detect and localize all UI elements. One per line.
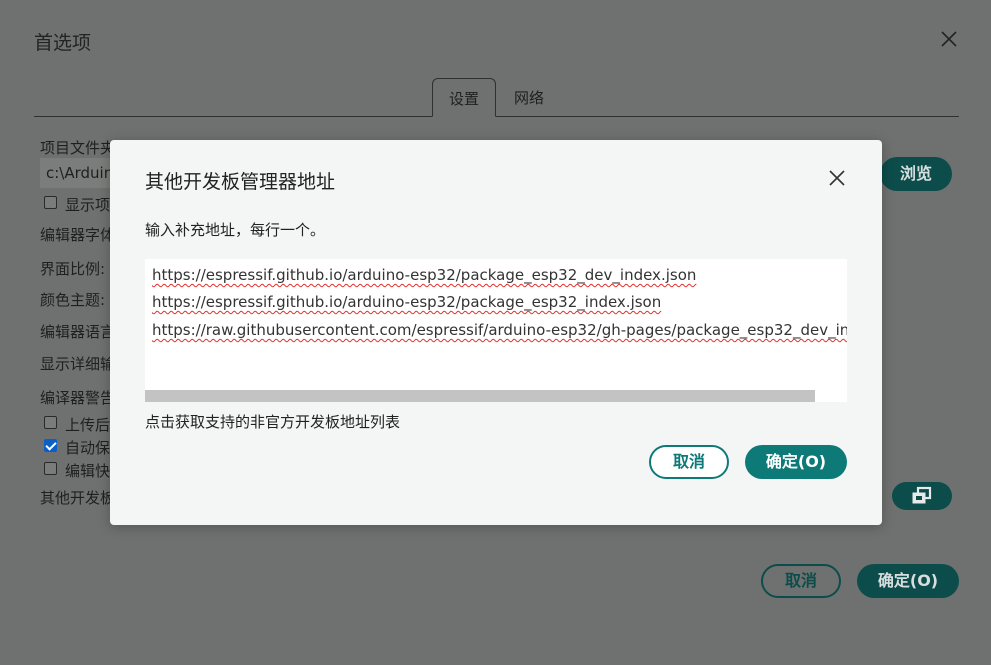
close-icon[interactable] bbox=[938, 28, 960, 50]
urls-textarea[interactable]: https://espressif.github.io/arduino-esp3… bbox=[145, 259, 847, 402]
editor-quick-suggestions-checkbox[interactable] bbox=[44, 462, 57, 475]
auto-save-checkbox[interactable] bbox=[44, 439, 57, 452]
url-line: https://raw.githubusercontent.com/espres… bbox=[152, 321, 847, 339]
compiler-warnings-label: 编译器警告 bbox=[40, 389, 116, 407]
dialog-title: 其他开发板管理器地址 bbox=[145, 171, 336, 193]
preferences-cancel-button[interactable]: 取消 bbox=[761, 564, 841, 598]
verify-after-upload-checkbox[interactable] bbox=[44, 416, 57, 429]
preferences-ok-button[interactable]: 确定(O) bbox=[857, 564, 959, 598]
ok-button[interactable]: 确定(O) bbox=[745, 445, 847, 479]
window-restore-icon bbox=[912, 486, 932, 504]
tab-settings[interactable]: 设置 bbox=[432, 78, 496, 117]
cancel-button[interactable]: 取消 bbox=[649, 445, 729, 479]
verify-after-upload-label: 上传后 bbox=[65, 416, 111, 434]
sketchbook-path-input[interactable]: c:\Arduin bbox=[40, 158, 120, 188]
editor-quick-suggestions-label: 编辑快 bbox=[65, 462, 111, 480]
preferences-title: 首选项 bbox=[34, 32, 92, 54]
close-icon[interactable] bbox=[827, 168, 847, 188]
preferences-tabs: 设置 网络 bbox=[34, 78, 959, 117]
editor-language-label: 编辑器语言 bbox=[40, 323, 116, 341]
url-line: https://espressif.github.io/arduino-esp3… bbox=[152, 266, 697, 284]
dialog-prompt: 输入补充地址，每行一个。 bbox=[145, 221, 326, 239]
browse-button[interactable]: 浏览 bbox=[880, 157, 952, 191]
horizontal-scrollbar[interactable] bbox=[145, 390, 815, 402]
url-line: https://espressif.github.io/arduino-esp3… bbox=[152, 293, 662, 311]
tab-network[interactable]: 网络 bbox=[500, 78, 558, 116]
board-manager-urls-dialog: 其他开发板管理器地址 输入补充地址，每行一个。 https://espressi… bbox=[110, 140, 882, 525]
board-urls-label: 其他开发板 bbox=[40, 489, 116, 507]
verbose-output-label: 显示详细输 bbox=[40, 355, 116, 373]
show-files-label: 显示项 bbox=[65, 196, 111, 214]
show-files-checkbox[interactable] bbox=[44, 196, 57, 209]
editor-font-label: 编辑器字体 bbox=[40, 226, 116, 244]
theme-label: 颜色主题: bbox=[40, 291, 106, 309]
board-urls-edit-button[interactable] bbox=[892, 482, 952, 510]
unofficial-boards-list-link[interactable]: 点击获取支持的非官方开发板地址列表 bbox=[145, 411, 400, 432]
auto-save-label: 自动保 bbox=[65, 439, 111, 457]
interface-scale-label: 界面比例: bbox=[40, 260, 106, 278]
